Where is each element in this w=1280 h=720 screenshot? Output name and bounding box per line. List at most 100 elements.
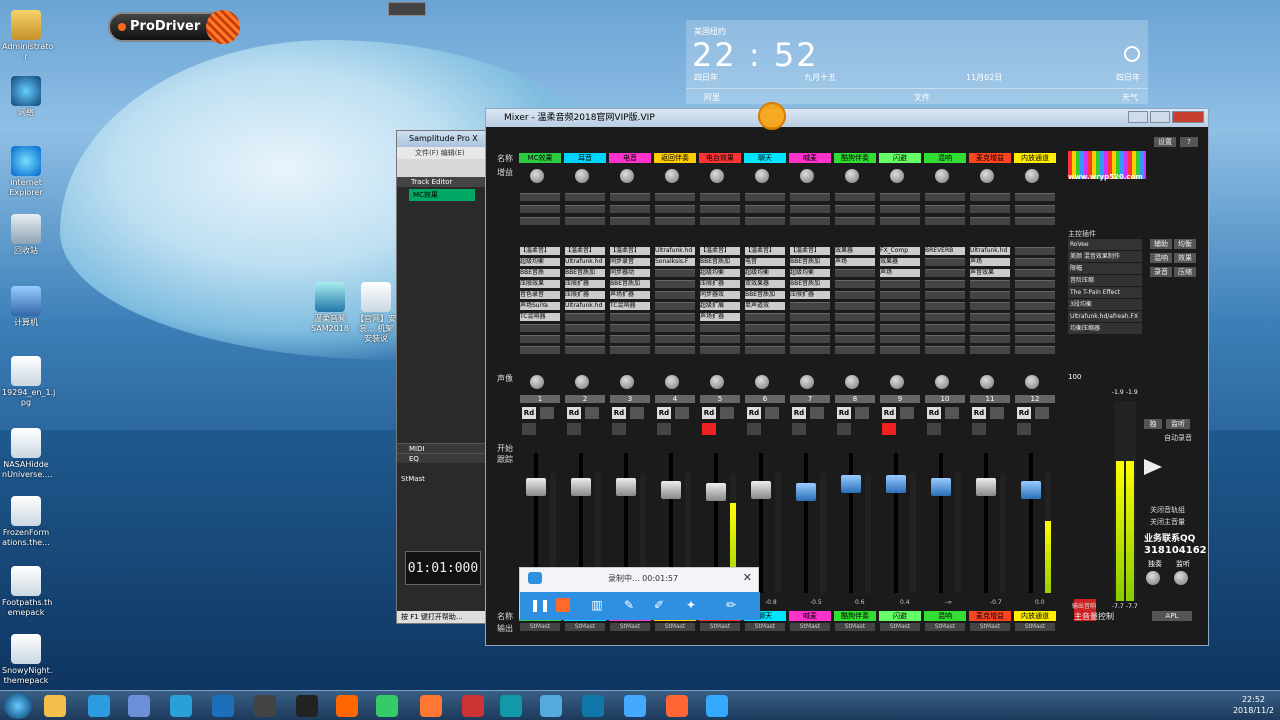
insert-slot[interactable]: BBE音质 xyxy=(520,269,560,277)
channel-name[interactable]: MC效果 xyxy=(519,153,561,163)
insert-slot-empty[interactable] xyxy=(1015,313,1055,321)
insert-slot[interactable]: FX_Comp xyxy=(880,247,920,255)
insert-slot[interactable]: BBE音质加 xyxy=(790,280,830,288)
aux-slot[interactable] xyxy=(700,217,740,225)
insert-slot[interactable]: 声场 xyxy=(880,269,920,277)
insert-slot-empty[interactable] xyxy=(520,324,560,332)
master-fx-slot[interactable]: 限幅 xyxy=(1068,263,1142,274)
aux-slot[interactable] xyxy=(655,205,695,213)
insert-slot-empty[interactable] xyxy=(970,324,1010,332)
taskbar-app-icon[interactable] xyxy=(254,695,276,717)
insert-slot-empty[interactable] xyxy=(745,346,785,354)
taskbar-app-icon[interactable] xyxy=(296,695,318,717)
master-fx-slot[interactable]: 3段均衡 xyxy=(1068,299,1142,310)
insert-slot[interactable]: Ultrafunk.hd xyxy=(970,247,1010,255)
gain-knob[interactable] xyxy=(890,169,904,183)
insert-slot-empty[interactable] xyxy=(1015,302,1055,310)
output-select[interactable]: StMast xyxy=(655,623,695,631)
master-fx-button[interactable]: 混响 xyxy=(1150,253,1172,263)
desktop-icon[interactable]: 19294_en_1.j pg xyxy=(2,356,55,408)
pen-icon[interactable]: ✐ xyxy=(652,598,666,612)
channel-fader[interactable] xyxy=(931,478,951,496)
insert-slot-empty[interactable] xyxy=(610,346,650,354)
record-arm-button[interactable] xyxy=(1017,423,1031,435)
channel-name[interactable]: 电音 xyxy=(609,153,651,163)
close-master-checkbox[interactable]: 关闭主音量 xyxy=(1150,517,1185,527)
stop-icon[interactable] xyxy=(556,598,570,612)
mute-button[interactable] xyxy=(945,407,959,419)
insert-slot-empty[interactable] xyxy=(835,302,875,310)
track-name-field[interactable]: MC效果 xyxy=(409,189,475,201)
desktop-shortcut-install[interactable]: 【官网】安装... 机架安装说 xyxy=(356,282,396,344)
aux-slot[interactable] xyxy=(610,193,650,201)
aux-slot[interactable] xyxy=(700,205,740,213)
insert-slot[interactable]: 【温柔音】 xyxy=(520,247,560,255)
insert-slot[interactable]: 双效果器 xyxy=(745,280,785,288)
insert-slot-empty[interactable] xyxy=(880,291,920,299)
aux-slot[interactable] xyxy=(880,217,920,225)
channel-name[interactable]: 喊麦 xyxy=(789,153,831,163)
master-fx-button[interactable]: 均衡 xyxy=(1174,239,1196,249)
insert-slot-empty[interactable] xyxy=(925,335,965,343)
insert-slot-empty[interactable] xyxy=(655,291,695,299)
channel-name[interactable]: 返回伴奏 xyxy=(654,153,696,163)
taskbar-app-icon[interactable] xyxy=(44,695,66,717)
insert-slot[interactable]: 电音 xyxy=(745,258,785,266)
insert-slot-empty[interactable] xyxy=(835,335,875,343)
output-select[interactable]: StMast xyxy=(1015,623,1055,631)
insert-slot-empty[interactable] xyxy=(700,324,740,332)
insert-slot[interactable]: Ultrafunk.hd xyxy=(655,247,695,255)
insert-slot[interactable]: 同步器动 xyxy=(610,269,650,277)
desktop-icon[interactable]: 回收站 xyxy=(2,214,50,256)
minimize-button[interactable] xyxy=(1128,111,1148,123)
record-arm-button[interactable] xyxy=(972,423,986,435)
channel-name[interactable]: 电台效果 xyxy=(699,153,741,163)
insert-slot-empty[interactable] xyxy=(745,324,785,332)
insert-slot-empty[interactable] xyxy=(745,335,785,343)
insert-slot[interactable]: 超级均衡 xyxy=(745,269,785,277)
taskbar-app-icon[interactable] xyxy=(88,695,110,717)
channel-fader[interactable] xyxy=(616,478,636,496)
aux-slot[interactable] xyxy=(1015,193,1055,201)
record-arm-button[interactable] xyxy=(792,423,806,435)
insert-slot-empty[interactable] xyxy=(835,313,875,321)
master-fx-slot[interactable]: The T-Pain Effect xyxy=(1068,287,1142,298)
master-fx-slot[interactable]: Ultrafunk.hd/afreah.FX xyxy=(1068,311,1142,322)
aux-slot[interactable] xyxy=(745,193,785,201)
aux-slot[interactable] xyxy=(790,193,830,201)
desktop-icon[interactable]: 网络 xyxy=(2,76,50,118)
insert-slot-empty[interactable] xyxy=(790,313,830,321)
insert-slot[interactable]: TC混响器 xyxy=(610,302,650,310)
clock-bar-mid[interactable]: 文件 xyxy=(914,92,930,103)
aux-slot[interactable] xyxy=(925,193,965,201)
eq-section[interactable]: EQ xyxy=(397,453,487,463)
insert-slot-empty[interactable] xyxy=(1015,258,1055,266)
master-fx-slot[interactable]: 美颜 混音效果制作 xyxy=(1068,251,1142,262)
insert-slot-empty[interactable] xyxy=(1015,335,1055,343)
insert-slot-empty[interactable] xyxy=(835,346,875,354)
record-arm-button[interactable] xyxy=(747,423,761,435)
taskbar-app-icon[interactable] xyxy=(666,695,688,717)
pan-knob[interactable] xyxy=(890,375,904,389)
aux-slot[interactable] xyxy=(565,205,605,213)
insert-slot[interactable]: 压限效果 xyxy=(520,280,560,288)
channel-name[interactable]: 耳音 xyxy=(564,153,606,163)
taskbar-app-icon[interactable] xyxy=(170,695,192,717)
record-arm-button[interactable] xyxy=(522,423,536,435)
monitor-knob[interactable] xyxy=(1174,571,1188,585)
aux-slot[interactable] xyxy=(655,217,695,225)
read-button[interactable]: Rd xyxy=(882,407,896,419)
insert-slot[interactable]: BBE音质加 xyxy=(745,291,785,299)
pause-icon[interactable]: ❚❚ xyxy=(530,598,550,612)
insert-slot-empty[interactable] xyxy=(925,291,965,299)
aux-slot[interactable] xyxy=(880,205,920,213)
insert-slot-empty[interactable] xyxy=(970,291,1010,299)
gain-knob[interactable] xyxy=(755,169,769,183)
insert-slot-empty[interactable] xyxy=(925,280,965,288)
clock-bar-left[interactable]: 阿里 xyxy=(704,92,720,103)
aux-slot[interactable] xyxy=(970,205,1010,213)
read-button[interactable]: Rd xyxy=(657,407,671,419)
mute-button[interactable] xyxy=(720,407,734,419)
insert-slot-empty[interactable] xyxy=(925,346,965,354)
master-fx-button[interactable]: 录音 xyxy=(1150,267,1172,277)
